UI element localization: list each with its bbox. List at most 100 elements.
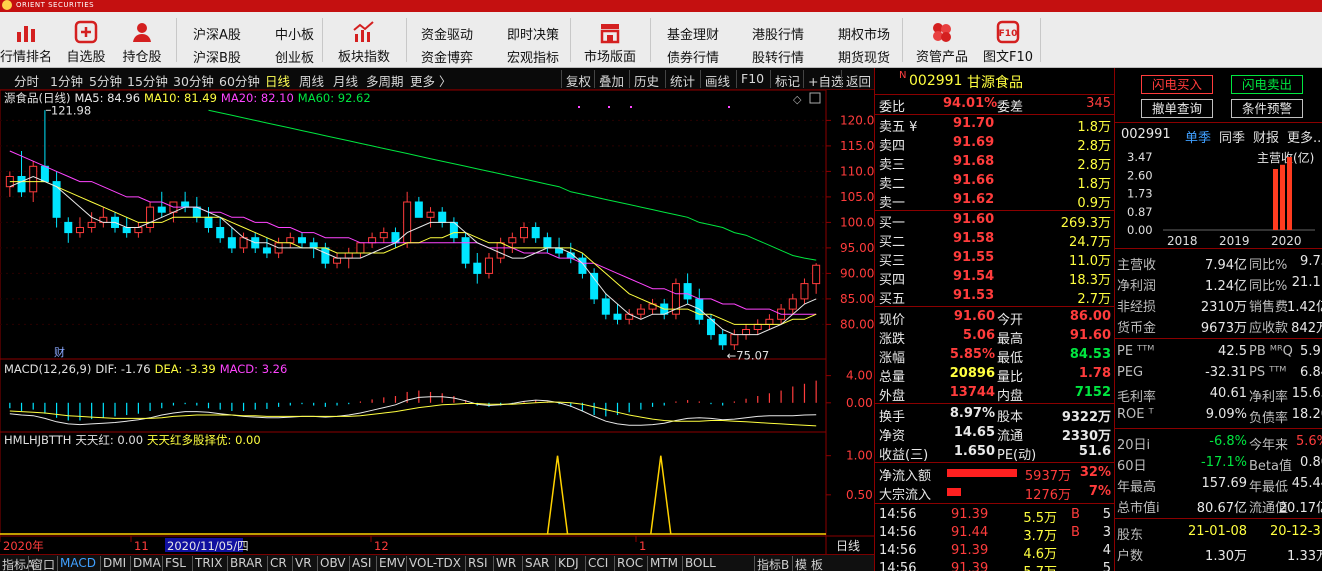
menu-options-market[interactable]: 期权市场 [838, 24, 890, 43]
chart-tool-button[interactable]: 统计 [670, 71, 695, 89]
indicator-tab[interactable]: MACD [60, 556, 96, 570]
menu-hk-quote[interactable]: 港股行情 [752, 24, 804, 43]
menu-capital-driven[interactable]: 资金驱动 [421, 24, 473, 43]
menu-bond-quote[interactable]: 债券行情 [667, 47, 719, 66]
indicator-tab[interactable]: ROC [617, 556, 643, 570]
indicator-tab[interactable]: 指标B [757, 556, 789, 571]
chart-tool-button[interactable]: +自选 [808, 71, 843, 89]
condition-alert-button[interactable]: 条件预警 [1231, 99, 1303, 118]
fin-bar [1280, 164, 1285, 230]
toolbar-rank-button[interactable]: 行情排名 [0, 12, 52, 67]
cancel-query-button[interactable]: 撤单查询 [1141, 99, 1213, 118]
indicator-tab[interactable]: FSL [165, 556, 186, 570]
finance-marker[interactable]: 财 [54, 345, 65, 359]
chart-tool-button[interactable]: 返回 [846, 71, 871, 89]
flash-buy-button[interactable]: 闪电买入 [1141, 75, 1213, 94]
period-tab[interactable]: 30分钟 [173, 71, 214, 89]
period-tab[interactable]: 周线 [299, 71, 324, 89]
indicator-tab[interactable]: ASI [352, 556, 371, 570]
ask-row[interactable]: 卖二 91.66 1.8万 [875, 172, 1114, 192]
toolbar-f10-button[interactable]: F10 图文F10 [978, 12, 1038, 67]
bid-row[interactable]: 买五 91.53 2.7万 [875, 287, 1114, 307]
indicator-tab[interactable]: 窗口 [31, 556, 55, 571]
indicator-tab[interactable]: EMV [379, 556, 405, 570]
bid-row[interactable]: 买四 91.54 18.3万 [875, 268, 1114, 288]
toolbar-watchlist-button[interactable]: 自选股 [60, 12, 112, 67]
period-tab[interactable]: 5分钟 [89, 71, 122, 89]
indicator-tab[interactable]: BRAR [230, 556, 263, 570]
date-cursor-label: 2020/11/05/四 [167, 539, 249, 553]
indicator-tab[interactable]: VOL-TDX [409, 556, 461, 570]
candle-body [17, 176, 26, 193]
indicator-tab[interactable]: SAR [525, 556, 549, 570]
fin-tab[interactable]: 单季 [1185, 127, 1211, 146]
menu-gem-board[interactable]: 创业板 [275, 47, 314, 66]
indicator-tab[interactable]: VR [295, 556, 312, 570]
fin-tab[interactable]: 同季 [1219, 127, 1245, 146]
fin-tab[interactable]: 财报 [1253, 127, 1279, 146]
toolbar-asset-products-button[interactable]: 资管产品 [912, 12, 972, 67]
stat-row: 现价 91.60 今开 86.00 [875, 308, 1114, 328]
stat-label: 涨跌 [879, 332, 906, 347]
fin-tab[interactable]: 更多.. [1287, 127, 1321, 146]
chart-tool-button[interactable]: 标记 [775, 71, 800, 89]
period-tab[interactable]: 分时 [14, 71, 39, 89]
indicator-tab[interactable]: MTM [650, 556, 678, 570]
bid-row[interactable]: 买三 91.55 11.0万 [875, 249, 1114, 269]
menu-fund-finance[interactable]: 基金理财 [667, 24, 719, 43]
indicator-tab[interactable]: RSI [468, 556, 488, 570]
chart-tool-button[interactable]: 历史 [634, 71, 659, 89]
stat-value: 20896 [949, 366, 995, 381]
chart-tool-button[interactable]: 叠加 [599, 71, 624, 89]
chart-tool-button[interactable]: F10 [741, 71, 764, 86]
indicator-tab[interactable]: 指标A [2, 556, 34, 571]
period-tab[interactable]: 更多 〉 [410, 71, 451, 89]
candle-body [122, 227, 131, 234]
period-tab[interactable]: 15分钟 [127, 71, 168, 89]
menu-sh-sz-a[interactable]: 沪深A股 [193, 24, 241, 43]
menu-shares-transfer[interactable]: 股转行情 [752, 47, 804, 66]
candle-body [461, 237, 470, 264]
ask-row[interactable]: 卖五 ¥ 91.70 1.8万 [875, 115, 1114, 135]
title-bar: ORIENT SECURITIES [0, 0, 1322, 12]
menu-sh-sz-b[interactable]: 沪深B股 [193, 47, 241, 66]
menu-capital-game[interactable]: 资金博弈 [421, 47, 473, 66]
indicator-tab[interactable]: OBV [320, 556, 346, 570]
chart-tool-button[interactable]: 画线 [705, 71, 730, 89]
menu-instant-decision[interactable]: 即时决策 [507, 24, 559, 43]
menu-futures-spot[interactable]: 期货现货 [838, 47, 890, 66]
indicator-tab[interactable]: TRIX [195, 556, 222, 570]
ask-row[interactable]: 卖四 91.69 2.8万 [875, 134, 1114, 154]
toolbar-divider [650, 18, 651, 62]
period-tab[interactable]: 日线 [265, 71, 290, 89]
toolbar-holdings-button[interactable]: 持仓股 [116, 12, 168, 67]
indicator-tab[interactable]: 模 板 [795, 556, 823, 571]
indicator-tab[interactable]: DMI [103, 556, 126, 570]
diamond-icon[interactable]: ◇ [793, 93, 802, 106]
bid-row[interactable]: 买二 91.58 24.7万 [875, 230, 1114, 250]
period-tab[interactable]: 1分钟 [50, 71, 83, 89]
period-tab[interactable]: 60分钟 [219, 71, 260, 89]
maximize-icon[interactable] [809, 92, 821, 104]
toolbar-sector-index-button[interactable]: 板块指数 [334, 12, 394, 67]
indicator-tab[interactable]: WR [496, 556, 516, 570]
menu-macro-indicator[interactable]: 宏观指标 [507, 47, 559, 66]
hml-spike [650, 455, 672, 535]
period-tab[interactable]: 月线 [333, 71, 358, 89]
indicator-tab[interactable]: BOLL [685, 556, 716, 570]
menu-sme-board[interactable]: 中小板 [275, 24, 314, 43]
indicator-tab[interactable]: KDJ [558, 556, 579, 570]
bid-row[interactable]: 买一 91.60 269.3万 [875, 211, 1114, 231]
kline-chart[interactable]: 120.0 115.0 110.0 105.0 100.0 95.00 90.00 85.00… [0, 90, 874, 561]
level-label: 卖一 [879, 196, 906, 211]
indicator-tab[interactable]: CCI [588, 556, 608, 570]
indicator-tab[interactable]: CR [270, 556, 287, 570]
toolbar-market-layout-button[interactable]: 市场版面 [580, 12, 640, 67]
indicator-tab[interactable]: DMA [133, 556, 161, 570]
flash-sell-button[interactable]: 闪电卖出 [1231, 75, 1303, 94]
period-tab[interactable]: 多周期 [366, 71, 404, 89]
ask-row[interactable]: 卖一 91.62 0.9万 [875, 191, 1114, 211]
chart-tool-button[interactable]: 复权 [566, 71, 591, 89]
ask-row[interactable]: 卖三 91.68 2.8万 [875, 153, 1114, 173]
stat-row: 涨跌 5.06 最高 91.60 [875, 327, 1114, 347]
